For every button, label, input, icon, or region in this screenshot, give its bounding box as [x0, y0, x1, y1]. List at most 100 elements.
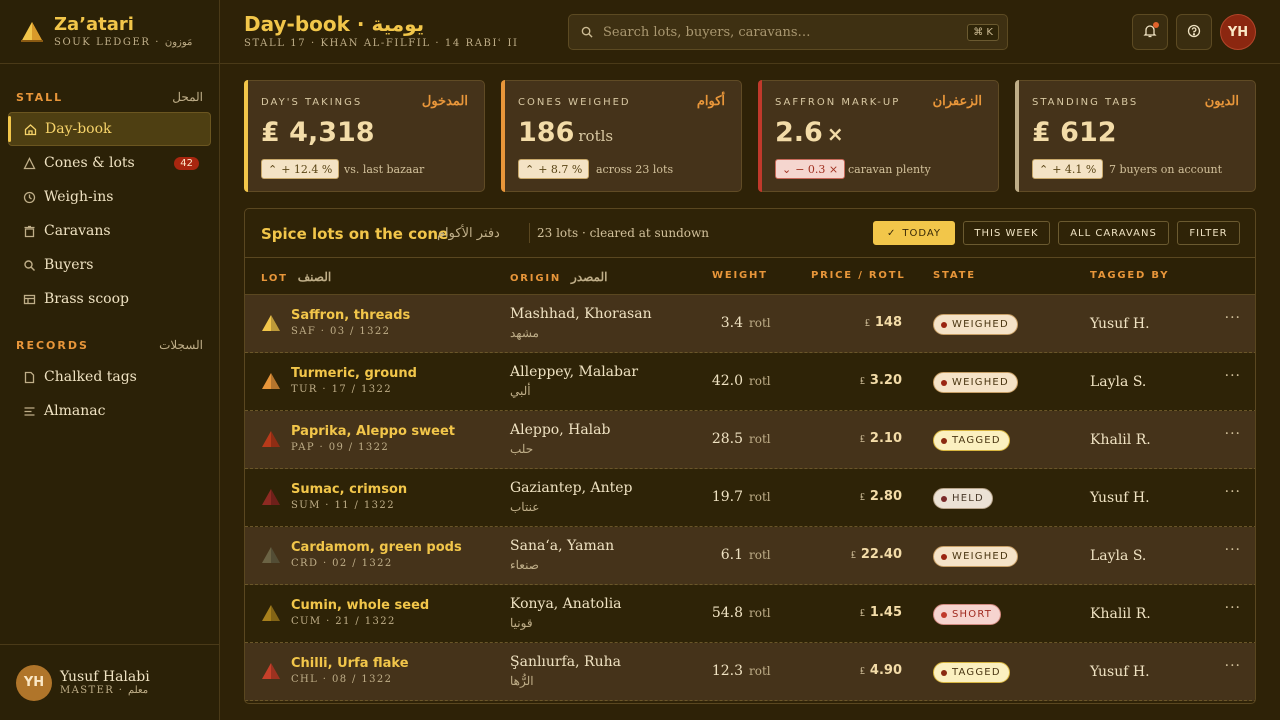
search-input[interactable] [603, 24, 968, 40]
scoop-icon [22, 292, 36, 306]
sidebar-item-almanac[interactable]: Almanac [8, 394, 211, 428]
lot-name[interactable]: Cardamom, green pods [291, 540, 462, 555]
origin: Alleppey, Malabar [510, 364, 639, 380]
weight-value: 3.4 [720, 315, 743, 331]
sidebar-item-cones-lots[interactable]: Cones & lots 42 [8, 146, 211, 180]
more-options-icon[interactable]: ··· [1225, 484, 1241, 500]
search-bar[interactable]: ⌘ K [568, 14, 1008, 50]
kpi-unit: rotls [578, 127, 614, 145]
shortcut-hint: ⌘ K [967, 23, 999, 41]
kpi-unit: × [826, 122, 844, 146]
brand-name: Za’atari [54, 14, 134, 35]
filter-button[interactable]: FILTER [1177, 221, 1240, 245]
column-header-price[interactable]: PRICE / ROTL [811, 270, 906, 281]
column-header-weight[interactable]: WEIGHT [712, 270, 768, 281]
origin-arabic: مشهد [510, 326, 539, 340]
origin-arabic: حلب [510, 442, 534, 456]
origin: Sana‘a, Yaman [510, 538, 615, 554]
help-button[interactable] [1176, 14, 1212, 50]
price-value: ₤ 4.90 [859, 663, 902, 678]
status-dot [941, 321, 947, 328]
lot-name[interactable]: Sumac, crimson [291, 482, 407, 497]
more-options-icon[interactable]: ··· [1225, 426, 1241, 442]
weight-unit: rotl [749, 548, 771, 562]
price-value: ₤ 2.80 [859, 489, 902, 504]
column-header-lot[interactable]: LOT الصنف [261, 270, 331, 284]
sidebar-item-chalked-tags[interactable]: Chalked tags [8, 360, 211, 394]
table-row[interactable]: Cardamom, green pods CRD · 02 / 1322 Sana‘… [245, 527, 1255, 585]
price-value: ₤ 148 [864, 315, 902, 330]
weight-value: 19.7 [711, 489, 743, 505]
section-label-arabic: المحل [172, 90, 203, 104]
filter-today-button[interactable]: ✓ TODAY [873, 221, 955, 245]
table-row[interactable]: Paprika, Aleppo sweet PAP · 09 / 1322 Alep… [245, 411, 1255, 469]
sidebar-item-brass-scoop[interactable]: Brass scoop [8, 282, 211, 316]
column-header-origin[interactable]: ORIGIN المصدر [510, 270, 607, 284]
breadcrumb: STALL 17 · KHAN AL-FILFIL · 14 RABIʿ II [244, 38, 519, 49]
search-icon [581, 23, 593, 42]
spice-cone-icon [262, 315, 280, 331]
column-header-state[interactable]: STATE [933, 270, 976, 281]
filter-caravans-button[interactable]: ALL CARAVANS [1058, 221, 1169, 245]
sidebar-item-weigh-ins[interactable]: Weigh-ins [8, 180, 211, 214]
lot-code: PAP · 09 / 1322 [291, 442, 390, 453]
sidebar-item-buyers[interactable]: Buyers [8, 248, 211, 282]
kpi-label: CONES WEIGHED [518, 97, 631, 108]
kpi-note: vs. last bazaar [344, 163, 425, 176]
more-options-icon[interactable]: ··· [1225, 310, 1241, 326]
table-row[interactable]: Chilli, Urfa flake CHL · 08 / 1322 Şanlıur… [245, 643, 1255, 701]
user-profile[interactable]: YH Yusuf Halabi MASTER · معلم [0, 644, 219, 720]
notifications-button[interactable] [1132, 14, 1168, 50]
weight-unit: rotl [749, 606, 771, 620]
count-badge: 42 [174, 156, 199, 170]
weight-unit: rotl [749, 664, 771, 678]
list-icon [22, 404, 36, 418]
sidebar-item-caravans[interactable]: Caravans [8, 214, 211, 248]
more-options-icon[interactable]: ··· [1225, 368, 1241, 384]
status-badge: HELD [933, 488, 993, 509]
table-row[interactable]: Saffron, threads SAF · 03 / 1322 Mashhad, … [245, 295, 1255, 353]
kpi-accent [758, 80, 762, 192]
table-row[interactable]: Cumin, whole seed CUM · 21 / 1322 Konya, A… [245, 585, 1255, 643]
price-value: ₤ 3.20 [859, 373, 902, 388]
status-badge: WEIGHED [933, 372, 1018, 393]
panel-title-arabic: دفتر الأكوام [437, 226, 500, 241]
lot-name[interactable]: Turmeric, ground [291, 366, 417, 381]
origin-arabic: صنعاء [510, 558, 539, 572]
lot-name[interactable]: Cumin, whole seed [291, 598, 429, 613]
status-badge: WEIGHED [933, 546, 1018, 567]
origin-arabic: الرُّها [510, 674, 534, 688]
sidebar-item-label: Almanac [44, 403, 106, 419]
spice-cone-icon [262, 605, 280, 621]
lot-name[interactable]: Chilli, Urfa flake [291, 656, 409, 671]
sidebar-item-label: Buyers [44, 257, 94, 273]
more-options-icon[interactable]: ··· [1225, 542, 1241, 558]
table-row[interactable]: Turmeric, ground TUR · 17 / 1322 Alleppey,… [245, 353, 1255, 411]
home-icon [23, 122, 37, 136]
lot-name[interactable]: Paprika, Aleppo sweet [291, 424, 455, 439]
more-options-icon[interactable]: ··· [1225, 600, 1241, 616]
filter-week-button[interactable]: THIS WEEK [963, 221, 1050, 245]
price-value: ₤ 22.40 [850, 547, 902, 562]
column-header-tagged-by[interactable]: TAGGED BY [1090, 270, 1169, 281]
spice-cone-icon [262, 431, 280, 447]
table-row[interactable]: Sumac, crimson SUM · 11 / 1322 Gaziantep, … [245, 469, 1255, 527]
document-icon [22, 370, 36, 384]
sidebar-item-label: Day-book [45, 121, 112, 137]
lot-name[interactable]: Saffron, threads [291, 308, 410, 323]
page-title: Day-book · يومية [244, 12, 425, 36]
lot-code: CHL · 08 / 1322 [291, 674, 393, 685]
chevron-up-icon: ⌃ [268, 162, 278, 176]
sidebar-item-day-book[interactable]: Day-book [8, 112, 211, 146]
user-role: MASTER · معلم [60, 685, 149, 696]
header-avatar[interactable]: YH [1220, 14, 1256, 50]
spice-cone-icon [262, 547, 280, 563]
nav-section-stall: STALL المحل [0, 90, 219, 104]
status-badge: WEIGHED [933, 314, 1018, 335]
check-icon: ✓ [886, 227, 897, 239]
sidebar-item-label: Chalked tags [44, 369, 137, 385]
more-options-icon[interactable]: ··· [1225, 658, 1241, 674]
status-dot [941, 495, 947, 502]
brand[interactable]: Za’atari SOUK LEDGER · مَوزون [0, 0, 219, 64]
weight-value: 28.5 [711, 431, 743, 447]
